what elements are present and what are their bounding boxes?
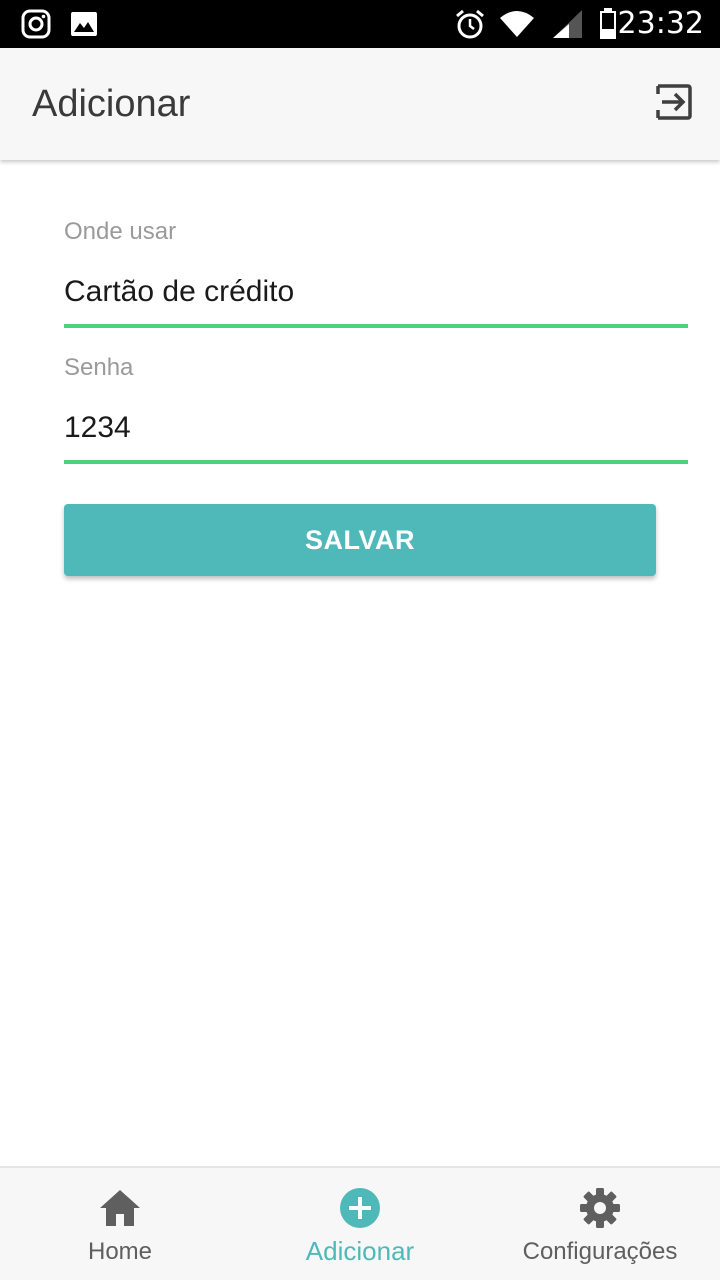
senha-input[interactable] (64, 410, 688, 446)
image-icon (70, 0, 98, 48)
alarm-icon (454, 0, 486, 48)
onde-usar-underline (64, 324, 688, 328)
logout-button[interactable] (652, 82, 696, 126)
page-title: Adicionar (32, 83, 191, 125)
senha-underline (64, 460, 688, 464)
nav-label-adicionar: Adicionar (305, 1236, 415, 1266)
save-button[interactable]: SALVAR (64, 504, 656, 576)
wifi-icon (498, 0, 536, 48)
nav-label-home: Home (87, 1238, 153, 1265)
bottom-navigation: Home Adicionar Configurações (0, 1166, 720, 1280)
nav-label-configuracoes: Configurações (522, 1238, 678, 1265)
logout-icon (654, 82, 694, 127)
add-circle-icon (240, 1186, 480, 1230)
senha-label: Senha (64, 354, 134, 381)
app-bar: Adicionar (0, 48, 720, 160)
status-bar: 23:32 (0, 0, 720, 48)
nav-item-configuracoes[interactable]: Configurações (480, 1168, 720, 1280)
signal-icon (550, 0, 584, 48)
nav-item-adicionar[interactable]: Adicionar (240, 1168, 480, 1280)
onde-usar-label: Onde usar (64, 218, 177, 245)
battery-icon (598, 0, 618, 48)
onde-usar-input[interactable] (64, 274, 688, 310)
instagram-icon (20, 0, 52, 48)
nav-item-home[interactable]: Home (0, 1168, 240, 1280)
gear-icon (480, 1186, 720, 1230)
home-icon (0, 1186, 240, 1230)
status-time: 23:32 (617, 6, 704, 41)
